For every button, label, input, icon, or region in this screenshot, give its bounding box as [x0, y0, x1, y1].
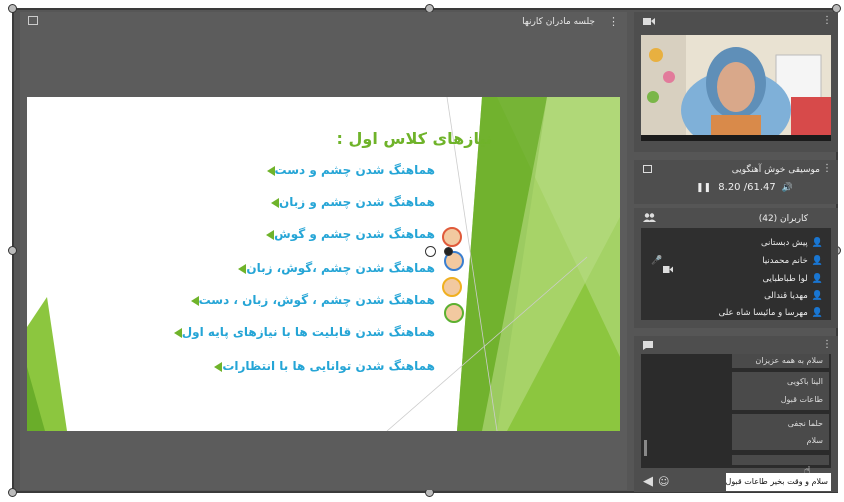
- chat-messages: سلام به همه عزیزان الینا باکویی طاعات قب…: [641, 354, 831, 468]
- media-panel: موسیقی خوش آهنگویی ⋮ ❚❚ 8.20 /61.47 🔊: [634, 160, 838, 204]
- users-panel: کاربران (42) پیش دبستانی 👤 خانم محمدنیا 👤 …: [634, 208, 838, 328]
- chat-sender: حلما نجفی: [787, 419, 823, 428]
- media-menu-icon[interactable]: ⋮: [822, 163, 832, 174]
- user-item[interactable]: خانم محمدنیا 👤: [762, 256, 823, 266]
- presentation-panel: جلسه مادران کارنها ⋮ نیازهای کلاس اول : …: [20, 12, 627, 490]
- media-controls: ❚❚ 8.20 /61.47 🔊: [696, 182, 793, 193]
- chat-icon: [643, 341, 653, 350]
- user-icon: 👤: [811, 256, 823, 266]
- webcam-menu-icon[interactable]: ⋮: [822, 15, 832, 26]
- presentation-menu-icon[interactable]: ⋮: [608, 15, 619, 28]
- fullscreen-icon[interactable]: [28, 16, 38, 25]
- slide-bullet: هماهنگ شدن چشم ،گوش، زبان: [228, 261, 435, 275]
- chat-menu-icon[interactable]: ⋮: [822, 339, 832, 350]
- user-icon: 👤: [811, 238, 823, 248]
- resize-handle-top-left[interactable]: [8, 4, 17, 13]
- chat-input[interactable]: سلام و وقت بخیر طاعات قبول: [726, 473, 831, 491]
- user-icon: 👤: [811, 274, 823, 284]
- user-icon: 👤: [811, 291, 823, 301]
- webcam-frame: [641, 35, 831, 141]
- chat-panel: ⋮ سلام به همه عزیزان الینا باکویی طاعات …: [634, 336, 838, 492]
- bullet-arrow-icon: [266, 165, 275, 176]
- annotation-handle[interactable]: [444, 247, 453, 256]
- slide-bullet: هماهنگ شدن قابلیت ها با نیازهای پایه اول: [164, 325, 435, 339]
- slide-bullet: هماهنگ شدن توانایی ها با انتظارات: [204, 359, 435, 373]
- user-item[interactable]: لوا طباطبایی 👤: [762, 274, 823, 284]
- presentation-slide: نیازهای کلاس اول : هماهنگ شدن چشم و دست …: [27, 97, 620, 431]
- media-time: 8.20 /61.47: [718, 182, 776, 193]
- bullet-arrow-icon: [271, 197, 280, 208]
- bullet-arrow-icon: [266, 229, 275, 240]
- user-item[interactable]: مهرسا و مائیسا شاه علی 👤: [719, 308, 823, 318]
- pause-icon[interactable]: ❚❚: [696, 183, 711, 193]
- users-title: کاربران (42): [758, 214, 808, 224]
- resize-handle-bottom-left[interactable]: [8, 488, 17, 497]
- user-icon: 👤: [811, 308, 823, 318]
- slide-bullet: هماهنگ شدن چشم و گوش: [256, 227, 435, 241]
- webcam-on-icon: [663, 258, 673, 277]
- annotation-handle[interactable]: [425, 246, 436, 257]
- children-illustration: [440, 227, 465, 329]
- slide-title: نیازهای کلاس اول :: [336, 129, 492, 148]
- chat-scrollbar[interactable]: [644, 440, 647, 456]
- chat-message: الینا باکویی طاعات قبول: [732, 372, 829, 410]
- media-title: موسیقی خوش آهنگویی: [731, 165, 820, 175]
- bullet-arrow-icon: [173, 327, 182, 338]
- users-list: پیش دبستانی 👤 خانم محمدنیا 👤 🎤 لوا طباطبای…: [641, 228, 831, 320]
- users-icon: [643, 213, 656, 222]
- resize-handle-left-middle[interactable]: [8, 246, 17, 255]
- chat-message: [732, 455, 829, 465]
- bullet-arrow-icon: [190, 295, 199, 306]
- slide-bullet: هماهنگ شدن چشم و زبان: [261, 195, 435, 209]
- chat-text: طاعات قبول: [780, 395, 823, 404]
- chat-message: حلما نجفی سلام: [732, 414, 829, 450]
- chat-text: سلام: [806, 436, 823, 445]
- emoji-icon[interactable]: ☺: [658, 475, 669, 488]
- presentation-title: جلسه مادران کارنها: [522, 17, 595, 27]
- camera-icon: [643, 18, 655, 25]
- chat-sender: الینا باکویی: [787, 377, 823, 386]
- media-fullscreen-icon[interactable]: [643, 165, 652, 173]
- user-item[interactable]: پیش دبستانی 👤: [761, 238, 823, 248]
- slide-bullet: هماهنگ شدن چشم ، گوش، زبان ، دست: [181, 293, 435, 307]
- send-icon[interactable]: ◀: [643, 474, 653, 489]
- slide-bullet: هماهنگ شدن چشم و دست: [257, 163, 435, 177]
- microphone-icon: 🎤: [651, 256, 663, 266]
- volume-icon[interactable]: 🔊: [782, 183, 793, 193]
- webcam-panel: ⋮: [634, 12, 838, 152]
- user-item[interactable]: مهدیا قندالی 👤: [764, 291, 823, 301]
- chat-message: سلام به همه عزیزان: [732, 354, 829, 368]
- webcam-video: [641, 35, 831, 141]
